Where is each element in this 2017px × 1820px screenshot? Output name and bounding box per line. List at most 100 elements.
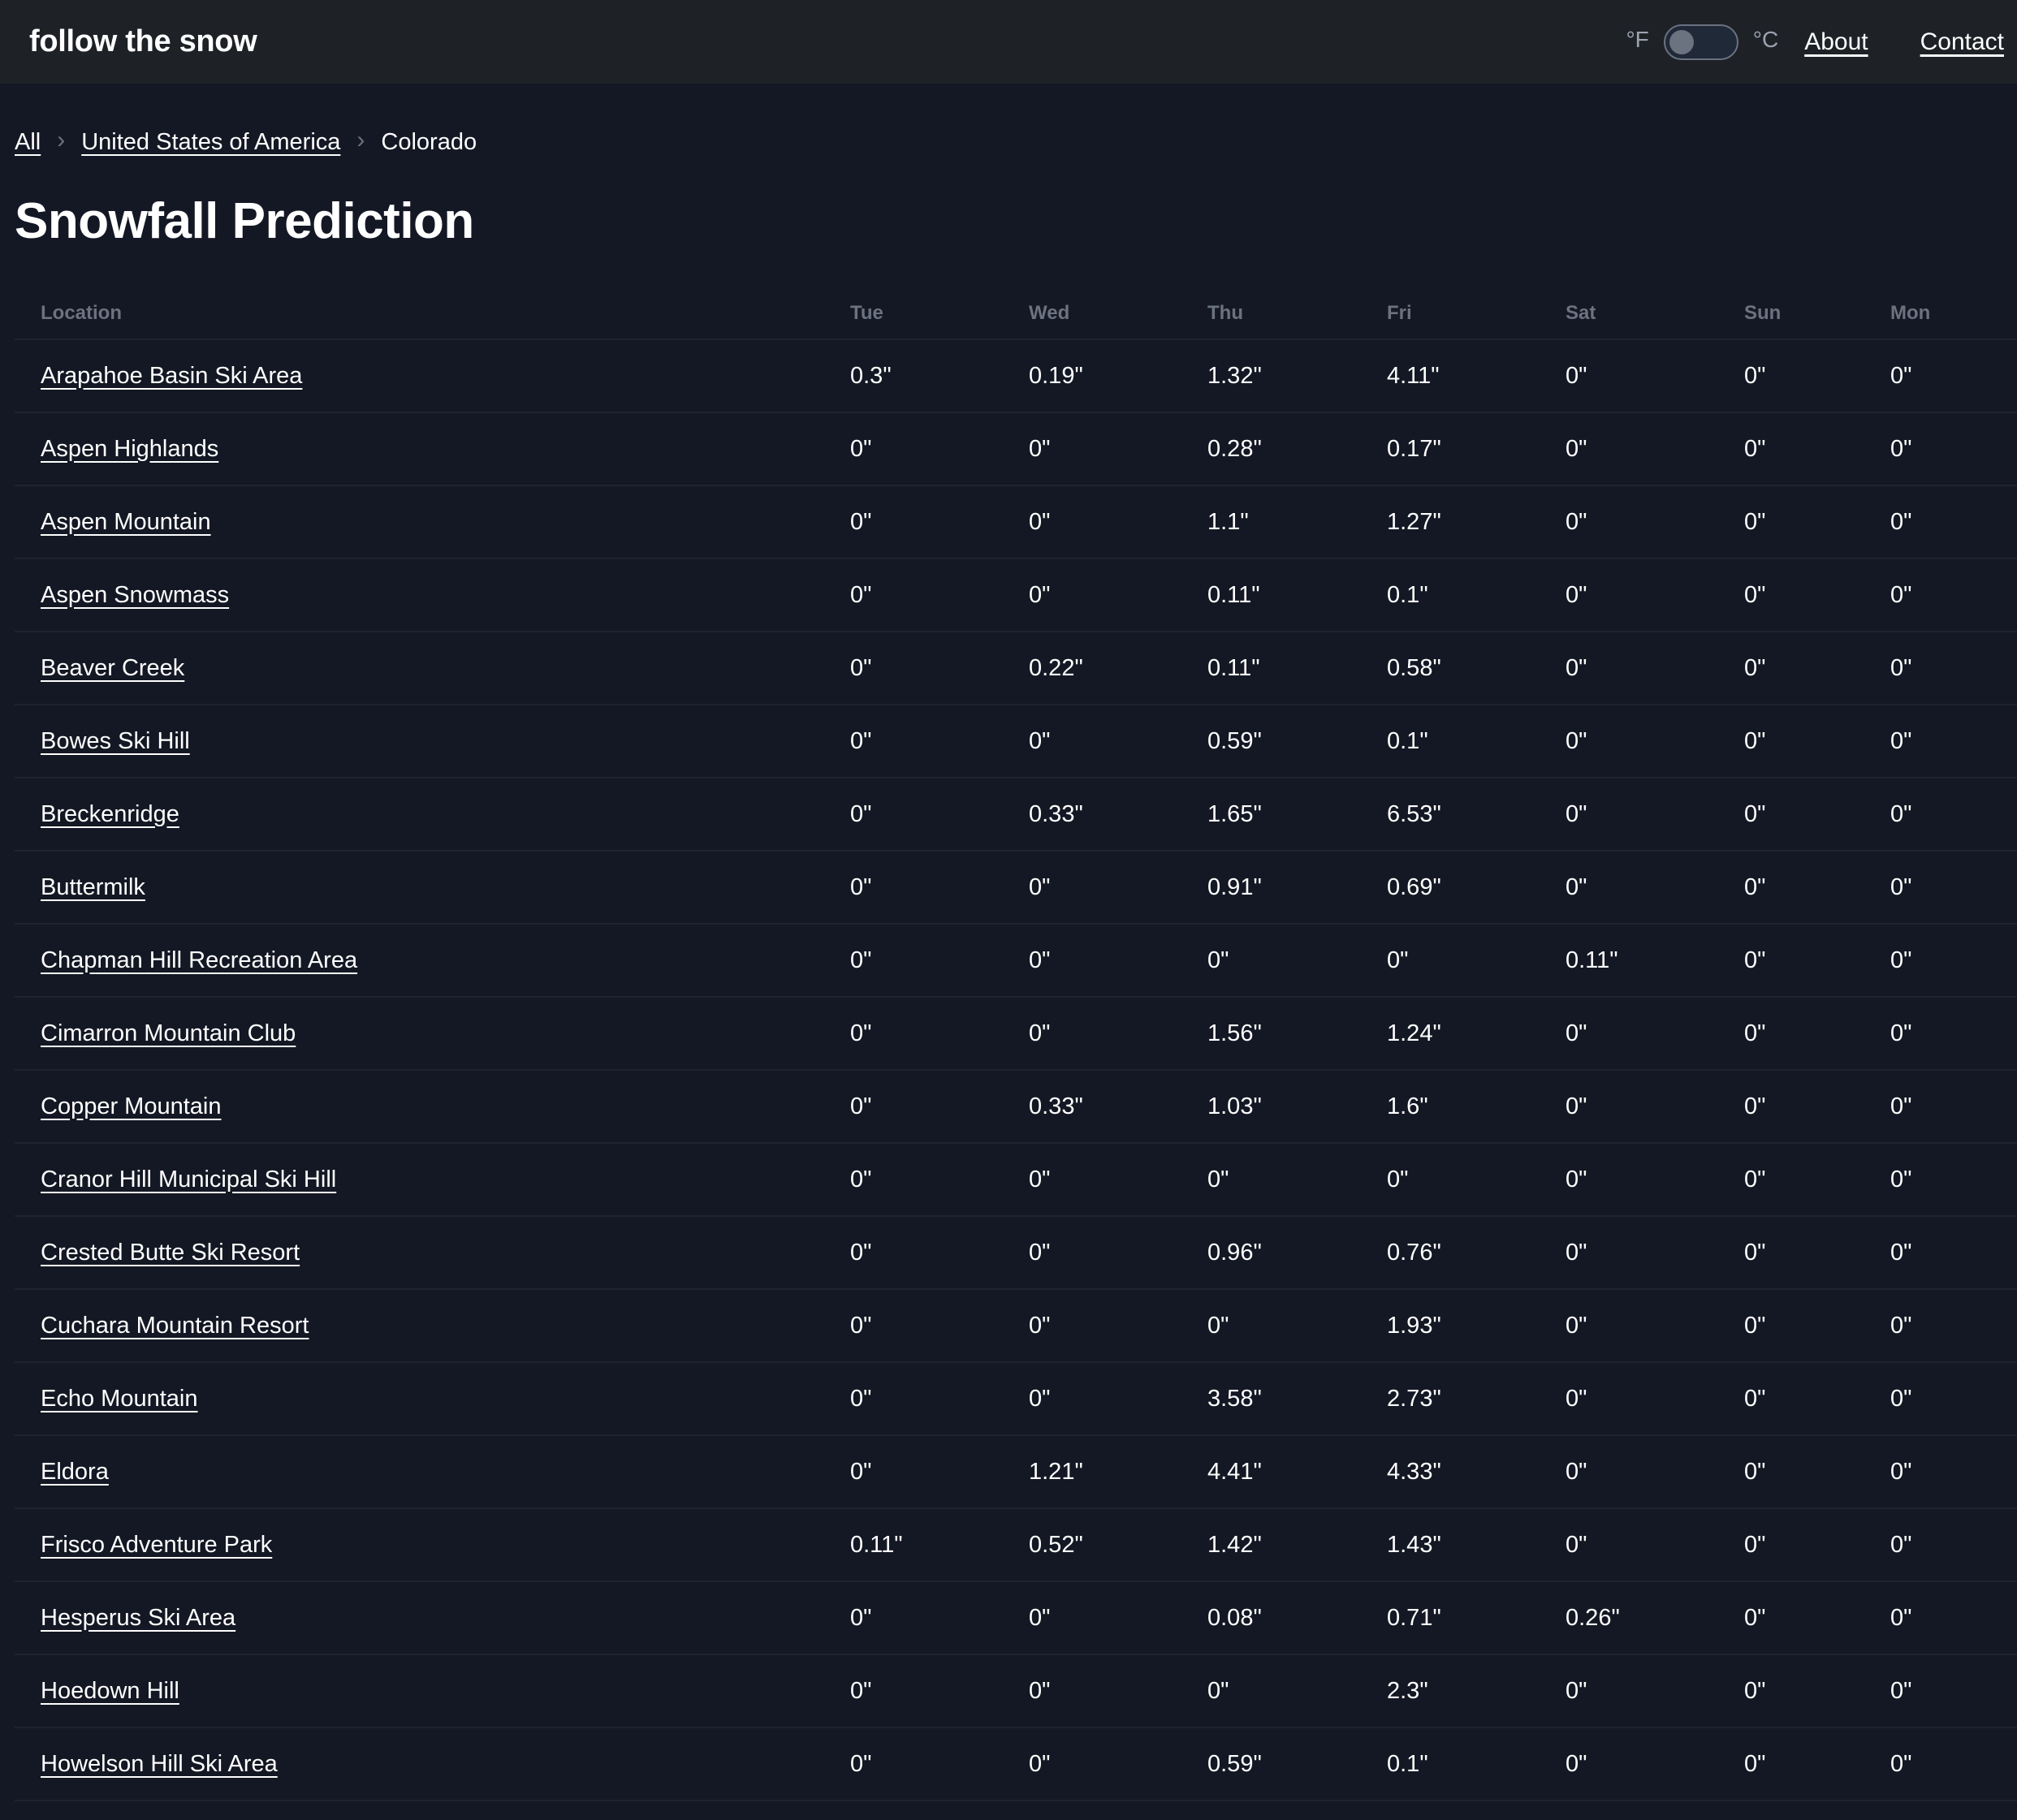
snowfall-value-sat: 0" xyxy=(1566,412,1744,486)
location-cell: Hoedown Hill xyxy=(15,1654,850,1728)
location-cell: Buttermilk xyxy=(15,851,850,925)
snowfall-value-tue: 0" xyxy=(850,924,1029,998)
location-link[interactable]: Buttermilk xyxy=(41,874,145,900)
contact-link[interactable]: Contact xyxy=(1920,28,2004,56)
location-link[interactable]: Chapman Hill Recreation Area xyxy=(41,947,357,973)
snowfall-value-sun: 0" xyxy=(1744,778,1890,852)
snowfall-value-wed: 0.33" xyxy=(1029,1070,1207,1144)
snowfall-value-tue: 0" xyxy=(850,412,1029,486)
table-row: Eldora 0" 1.21" 4.41" 4.33" 0" 0" 0" xyxy=(15,1435,2017,1509)
snowfall-value-tue: 0" xyxy=(850,1435,1029,1509)
snowfall-value-sun: 0" xyxy=(1744,412,1890,486)
snowfall-value-sun: 0" xyxy=(1744,924,1890,998)
snowfall-value-mon: 0" xyxy=(1890,1070,2017,1144)
table-row: Cranor Hill Municipal Ski Hill 0" 0" 0" 0" 0"… xyxy=(15,1143,2017,1217)
snowfall-value-mon: 0" xyxy=(1890,997,2017,1071)
location-link[interactable]: Beaver Creek xyxy=(41,655,184,681)
location-link[interactable]: Eldora xyxy=(41,1459,109,1485)
location-cell: Crested Butte Ski Resort xyxy=(15,1216,850,1290)
snowfall-value-mon: 0" xyxy=(1890,705,2017,778)
snowfall-value-mon: 0" xyxy=(1890,1216,2017,1290)
breadcrumb: All › United States of America › Colorad… xyxy=(15,124,2017,160)
table-row: Copper Mountain 0" 0.33" 1.03" 1.6" 0" 0" 0" xyxy=(15,1070,2017,1144)
snowfall-value-fri: 4.33" xyxy=(1387,1435,1566,1509)
snowfall-value-wed: 0" xyxy=(1029,1727,1207,1801)
snowfall-value-sun: 0" xyxy=(1744,997,1890,1071)
snowfall-value-tue: 0" xyxy=(850,851,1029,925)
column-header-location: Location xyxy=(15,288,850,340)
snowfall-value-fri: 1.43" xyxy=(1387,1508,1566,1582)
table-row: Aspen Snowmass 0" 0" 0.11" 0.1" 0" 0" 0" xyxy=(15,559,2017,632)
snowfall-value-sun: 0" xyxy=(1744,1581,1890,1655)
snowfall-value-fri: 1.6" xyxy=(1387,1070,1566,1144)
location-link[interactable]: Cranor Hill Municipal Ski Hill xyxy=(41,1167,336,1192)
location-link[interactable]: Hesperus Ski Area xyxy=(41,1605,235,1631)
location-link[interactable]: Cuchara Mountain Resort xyxy=(41,1313,309,1339)
location-link[interactable]: Echo Mountain xyxy=(41,1386,197,1412)
snowfall-value-sun: 0" xyxy=(1744,485,1890,559)
snowfall-value-thu: 0" xyxy=(1207,1654,1387,1728)
snowfall-value-sat: 0" xyxy=(1566,778,1744,852)
snowfall-value-fri: 1.24" xyxy=(1387,997,1566,1071)
location-link[interactable]: Aspen Snowmass xyxy=(41,582,229,608)
breadcrumb-all[interactable]: All xyxy=(15,129,41,156)
snowfall-value-mon: 0" xyxy=(1890,1289,2017,1363)
snowfall-value-fri: 0.1" xyxy=(1387,1727,1566,1801)
location-link[interactable]: Howelson Hill Ski Area xyxy=(41,1751,278,1777)
location-link[interactable]: Frisco Adventure Park xyxy=(41,1532,272,1558)
snowfall-value-sat: 0" xyxy=(1566,1362,1744,1436)
snowfall-value-mon: 0" xyxy=(1890,1508,2017,1582)
about-link[interactable]: About xyxy=(1804,28,1868,56)
top-navbar: follow the snow °F °C About Contact xyxy=(0,0,2017,84)
table-row: Crested Butte Ski Resort 0" 0" 0.96" 0.76" 0"… xyxy=(15,1216,2017,1290)
snowfall-value-tue: 0" xyxy=(850,1143,1029,1217)
column-header-tue: Tue xyxy=(850,288,1029,340)
location-link[interactable]: Aspen Mountain xyxy=(41,509,211,535)
snowfall-value-fri: 6.53" xyxy=(1387,778,1566,852)
snowfall-value-mon: 0" xyxy=(1890,485,2017,559)
table-row: Cimarron Mountain Club 0" 0" 1.56" 1.24" 0" 0"… xyxy=(15,997,2017,1071)
snowfall-value-wed: 0.22" xyxy=(1029,632,1207,705)
brand-logo[interactable]: follow the snow xyxy=(29,24,257,59)
location-link[interactable]: Crested Butte Ski Resort xyxy=(41,1240,300,1266)
location-link[interactable]: Copper Mountain xyxy=(41,1093,221,1119)
snowfall-value-wed: 0" xyxy=(1029,1143,1207,1217)
snowfall-value-fri: 2.3" xyxy=(1387,1654,1566,1728)
location-cell: Aspen Highlands xyxy=(15,412,850,486)
location-cell: Frisco Adventure Park xyxy=(15,1508,850,1582)
snowfall-value-sat: 0" xyxy=(1566,339,1744,413)
location-link[interactable]: Arapahoe Basin Ski Area xyxy=(41,363,302,389)
snowfall-value-fri: 0.1" xyxy=(1387,559,1566,632)
snowfall-value-wed: 0" xyxy=(1029,485,1207,559)
temperature-unit-toggle[interactable] xyxy=(1663,24,1738,60)
location-link[interactable]: Hoedown Hill xyxy=(41,1678,179,1704)
snowfall-value-tue: 0" xyxy=(850,1362,1029,1436)
snowfall-value-sun: 0" xyxy=(1744,1143,1890,1217)
column-header-fri: Fri xyxy=(1387,288,1566,340)
location-link[interactable]: Bowes Ski Hill xyxy=(41,728,190,754)
snowfall-value-sat: 0" xyxy=(1566,1435,1744,1509)
table-row: Beaver Creek 0" 0.22" 0.11" 0.58" 0" 0" 0" xyxy=(15,632,2017,705)
snowfall-value-fri: 0.69" xyxy=(1387,851,1566,925)
snowfall-value-wed: 0" xyxy=(1029,705,1207,778)
location-link[interactable]: Cimarron Mountain Club xyxy=(41,1020,296,1046)
location-link[interactable]: Aspen Highlands xyxy=(41,436,218,462)
snowfall-value-thu: 1.03" xyxy=(1207,1070,1387,1144)
snowfall-value-fri: 2.73" xyxy=(1387,1362,1566,1436)
snowfall-value-sun: 0" xyxy=(1744,339,1890,413)
snowfall-value-fri: 1.93" xyxy=(1387,1289,1566,1363)
snowfall-value-thu: 0.08" xyxy=(1207,1581,1387,1655)
location-cell: Copper Mountain xyxy=(15,1070,850,1144)
snowfall-value-tue: 0" xyxy=(850,1727,1029,1801)
location-link[interactable]: Breckenridge xyxy=(41,801,179,827)
snowfall-value-sat: 0" xyxy=(1566,1654,1744,1728)
location-cell: Cranor Hill Municipal Ski Hill xyxy=(15,1143,850,1217)
breadcrumb-country[interactable]: United States of America xyxy=(81,129,340,156)
snowfall-value-mon: 0" xyxy=(1890,1362,2017,1436)
snowfall-value-tue: 0" xyxy=(850,1216,1029,1290)
snowfall-value-sun: 0" xyxy=(1744,851,1890,925)
snowfall-value-mon: 0" xyxy=(1890,1435,2017,1509)
snowfall-value-tue: 0" xyxy=(850,485,1029,559)
snowfall-value-fri: 1.27" xyxy=(1387,485,1566,559)
snowfall-value-thu: 0.59" xyxy=(1207,705,1387,778)
